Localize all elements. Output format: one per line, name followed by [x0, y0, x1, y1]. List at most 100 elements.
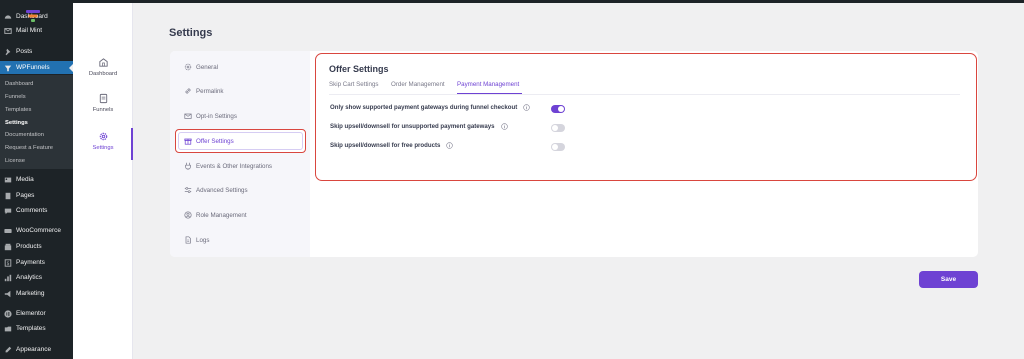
- settings-nav: [170, 51, 310, 257]
- menu-label: Comments: [16, 207, 48, 214]
- offer-settings-title: Offer Settings: [329, 64, 389, 74]
- settings-nav-optin[interactable]: Opt-in Settings: [184, 110, 237, 122]
- settings-nav-offer[interactable]: Offer Settings: [184, 135, 234, 147]
- submenu-documentation[interactable]: Documentation: [5, 132, 44, 138]
- link-icon: [185, 88, 191, 94]
- analytics-icon: [4, 274, 12, 282]
- pages-icon: [4, 192, 12, 200]
- option-free-products: Skip upsell/downsell for free products: [330, 142, 454, 149]
- menu-item-posts[interactable]: Posts: [0, 45, 73, 58]
- comments-icon: [4, 207, 12, 215]
- menu-item-wpfunnels[interactable]: WPFunnels: [0, 61, 73, 74]
- tabs-divider: [329, 94, 960, 95]
- page-title: Settings: [169, 27, 213, 39]
- gear-icon: [99, 132, 107, 141]
- file-icon: [185, 236, 191, 244]
- toggle-knob: [558, 106, 564, 112]
- toggle-supported-gateways[interactable]: [551, 105, 565, 113]
- menu-item-media[interactable]: Media: [0, 173, 73, 186]
- option-unsupported-gateways: Skip upsell/downsell for unsupported pay…: [330, 123, 508, 130]
- active-tab-underline: [457, 93, 522, 94]
- menu-item-comments[interactable]: Comments: [0, 204, 73, 217]
- gift-icon: [184, 138, 192, 145]
- woo-icon: [4, 227, 12, 235]
- menu-item-templates[interactable]: Templates: [0, 322, 73, 335]
- menu-label: WPFunnels: [16, 64, 50, 71]
- settings-nav-role[interactable]: Role Management: [184, 209, 247, 221]
- user-icon: [184, 211, 192, 219]
- menu-label: Media: [16, 176, 34, 183]
- submenu-funnels[interactable]: Funnels: [5, 94, 26, 100]
- menu-item-mail-mint[interactable]: Mail Mint: [0, 24, 73, 37]
- products-icon: [4, 243, 12, 251]
- menu-item-analytics[interactable]: Analytics: [0, 271, 73, 284]
- settings-nav-general[interactable]: General: [184, 61, 218, 73]
- plugin-nav-label: Settings: [92, 145, 114, 151]
- submenu-settings[interactable]: Settings: [5, 120, 28, 126]
- menu-label: Elementor: [16, 310, 46, 317]
- toggle-free-products[interactable]: [551, 143, 565, 151]
- menu-item-payments[interactable]: $ Payments: [0, 256, 73, 269]
- home-icon: [98, 58, 108, 67]
- settings-nav-label: Advanced Settings: [196, 186, 248, 194]
- menu-label: Analytics: [16, 274, 43, 281]
- menu-label: WooCommerce: [16, 227, 62, 234]
- toggle-knob: [552, 125, 558, 131]
- offer-settings-panel: [315, 53, 977, 181]
- appearance-icon: [4, 346, 12, 354]
- sliders-icon: [184, 187, 192, 193]
- toggle-knob: [552, 144, 558, 150]
- tab-skip-cart-settings[interactable]: Skip Cart Settings: [329, 81, 379, 88]
- settings-nav-label: Offer Settings: [196, 137, 234, 145]
- admin-top-bar: [0, 0, 1024, 3]
- marketing-icon: [4, 290, 12, 298]
- info-icon[interactable]: [500, 123, 508, 130]
- menu-item-appearance[interactable]: Appearance: [0, 343, 73, 356]
- settings-nav-label: Logs: [196, 236, 210, 244]
- option-label: Only show supported payment gateways dur…: [330, 104, 518, 111]
- menu-item-pages[interactable]: Pages: [0, 189, 73, 202]
- pin-icon: [4, 48, 12, 56]
- settings-nav-advanced[interactable]: Advanced Settings: [184, 184, 248, 196]
- menu-label: Posts: [16, 48, 33, 55]
- menu-item-woocommerce[interactable]: WooCommerce: [0, 224, 73, 237]
- settings-nav-label: Events & Other Integrations: [196, 162, 273, 170]
- menu-item-products[interactable]: Products: [0, 240, 73, 253]
- payments-icon: $: [4, 258, 12, 267]
- gear-icon: [184, 63, 192, 71]
- info-icon[interactable]: [446, 142, 454, 149]
- submenu-templates[interactable]: Templates: [5, 107, 31, 113]
- settings-nav-logs[interactable]: Logs: [184, 234, 209, 246]
- save-button[interactable]: Save: [919, 271, 978, 288]
- integration-icon: [185, 162, 191, 170]
- submenu-license[interactable]: License: [5, 158, 25, 164]
- tab-payment-management[interactable]: Payment Management: [457, 81, 519, 88]
- tab-order-management[interactable]: Order Management: [391, 81, 445, 88]
- settings-nav-events[interactable]: Events & Other Integrations: [184, 160, 272, 172]
- menu-label: Marketing: [16, 290, 45, 297]
- menu-label: Pages: [16, 192, 35, 199]
- toggle-unsupported-gateways[interactable]: [551, 124, 565, 132]
- settings-nav-permalink[interactable]: Permalink: [184, 85, 224, 97]
- option-supported-gateways: Only show supported payment gateways dur…: [330, 104, 530, 111]
- menu-item-elementor[interactable]: Elementor: [0, 307, 73, 320]
- plugin-nav-settings[interactable]: Settings: [73, 131, 133, 151]
- menu-item-marketing[interactable]: Marketing: [0, 287, 73, 300]
- elementor-icon: [4, 309, 12, 318]
- info-icon[interactable]: [523, 104, 530, 111]
- plugin-nav-label: Dashboard: [88, 71, 118, 77]
- option-label: Skip upsell/downsell for free products: [330, 142, 441, 149]
- settings-nav-label: General: [196, 63, 219, 71]
- media-icon: [4, 176, 12, 184]
- plugin-nav-funnels[interactable]: Funnels: [73, 93, 133, 113]
- submenu-dashboard[interactable]: Dashboard: [5, 81, 33, 87]
- menu-label: Mail Mint: [16, 27, 43, 34]
- document-icon: [99, 93, 107, 104]
- menu-label: Templates: [16, 325, 46, 332]
- menu-label: Appearance: [16, 346, 52, 353]
- settings-nav-label: Opt-in Settings: [196, 112, 237, 120]
- submenu-request-feature[interactable]: Request a Feature: [5, 145, 53, 151]
- funnel-icon: [4, 64, 12, 72]
- plugin-nav-dashboard[interactable]: Dashboard: [73, 57, 133, 77]
- svg-text:$: $: [6, 261, 9, 267]
